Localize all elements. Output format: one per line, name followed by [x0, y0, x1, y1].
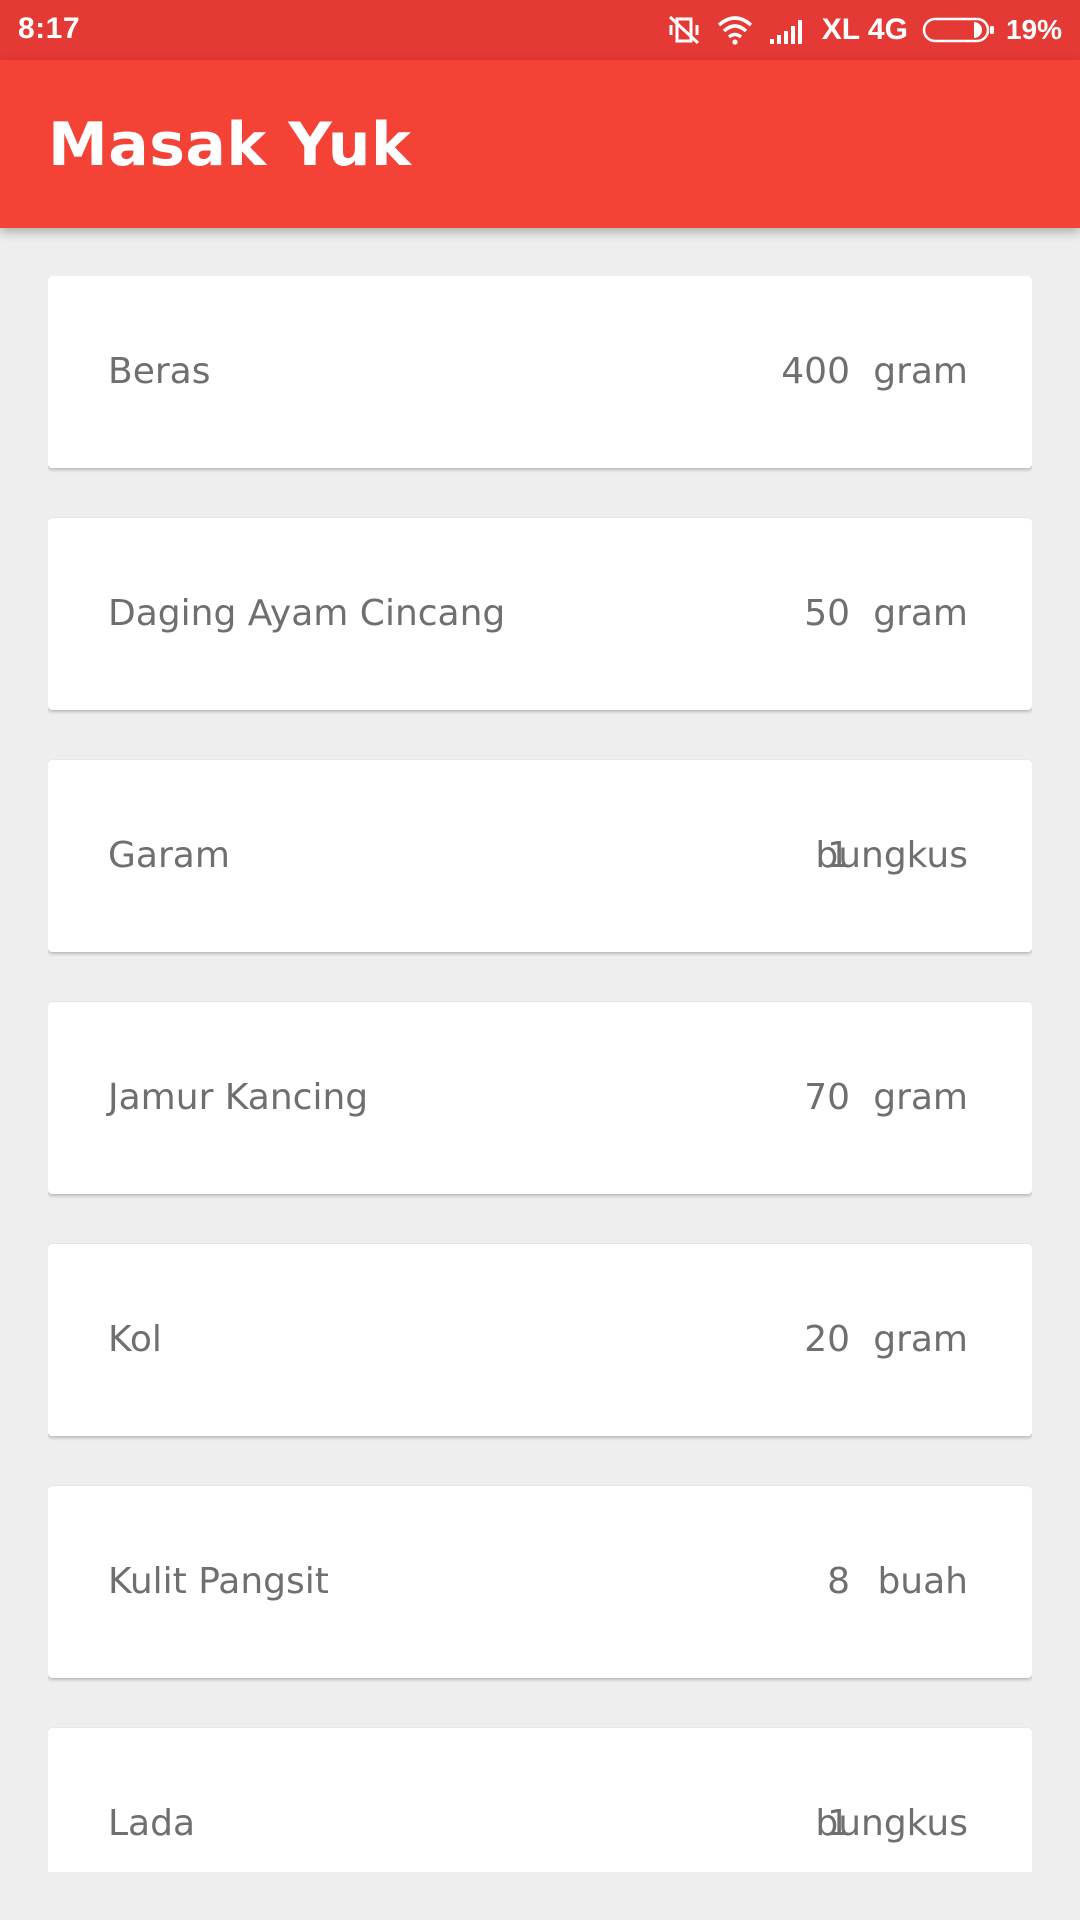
- muted-vibrate-icon: [666, 13, 702, 47]
- ingredient-card[interactable]: Jamur Kancing 70 gram: [48, 1002, 1032, 1194]
- ingredient-quantity: 8: [827, 1561, 850, 1602]
- ingredient-card[interactable]: Daging Ayam Cincang 50 gram: [48, 518, 1032, 710]
- status-time: 8:17: [18, 12, 81, 45]
- ingredient-name: Kol: [108, 1319, 162, 1360]
- ingredient-card[interactable]: Kulit Pangsit 8 buah: [48, 1486, 1032, 1678]
- ingredient-quantity: 50: [804, 593, 850, 634]
- page-title: Masak Yuk: [48, 110, 412, 180]
- ingredient-card[interactable]: Kol 20 gram: [48, 1244, 1032, 1436]
- ingredient-name: Lada: [108, 1803, 196, 1844]
- ingredient-quantity: 400: [781, 351, 850, 392]
- ingredient-name: Beras: [108, 351, 211, 392]
- ingredient-name: Daging Ayam Cincang: [108, 593, 506, 634]
- ingredient-list: Beras 400 gram Daging Ayam Cincang 50 gr…: [48, 276, 1032, 1872]
- ingredient-card[interactable]: Lada 1 bungkus: [48, 1728, 1032, 1872]
- app-bar: Masak Yuk: [0, 60, 1080, 228]
- ingredient-unit: gram: [873, 351, 968, 392]
- status-icons: XL 4G 19%: [652, 0, 1062, 60]
- ingredient-unit: gram: [873, 1077, 968, 1118]
- ingredient-card[interactable]: Beras 400 gram: [48, 276, 1032, 468]
- ingredient-unit: gram: [873, 593, 968, 634]
- ingredient-unit: bungkus: [815, 1803, 968, 1844]
- ingredient-card[interactable]: Garam 1 bungkus: [48, 760, 1032, 952]
- ingredient-unit: bungkus: [815, 835, 968, 876]
- status-bar: 8:17 XL 4G 19%: [0, 0, 1080, 60]
- signal-icon: [768, 15, 808, 45]
- ingredient-unit: buah: [877, 1561, 968, 1602]
- ingredient-unit: gram: [873, 1319, 968, 1360]
- carrier-label: XL 4G: [821, 13, 908, 46]
- wifi-icon: [716, 15, 754, 45]
- ingredient-quantity: 70: [804, 1077, 850, 1118]
- battery-percent: 19%: [1005, 14, 1062, 45]
- ingredient-name: Kulit Pangsit: [108, 1561, 329, 1602]
- battery-icon: [922, 16, 996, 44]
- ingredient-name: Garam: [108, 835, 230, 876]
- ingredient-name: Jamur Kancing: [108, 1077, 369, 1118]
- ingredient-quantity: 20: [804, 1319, 850, 1360]
